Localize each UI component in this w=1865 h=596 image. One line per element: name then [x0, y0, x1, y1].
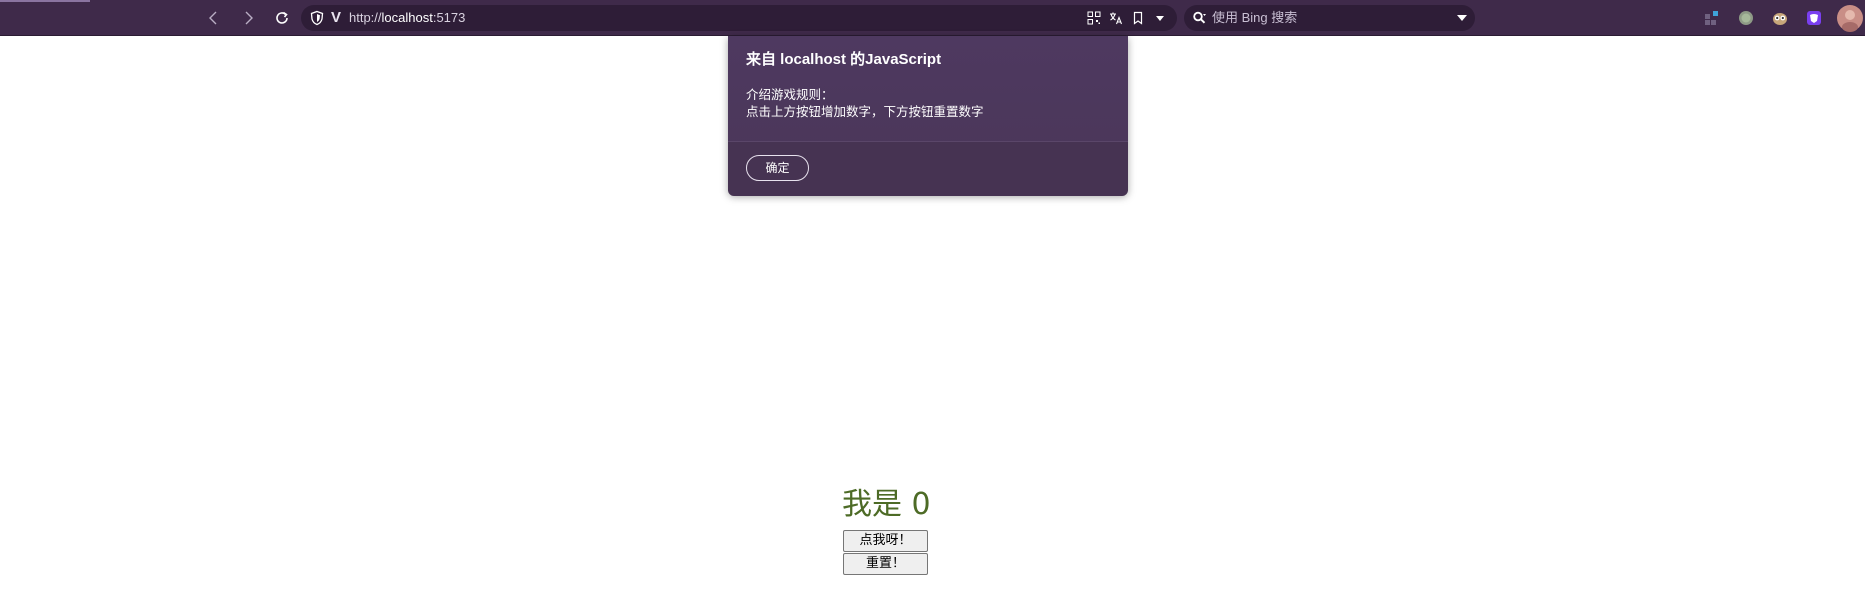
dialog-message: 介绍游戏规则： 点击上方按钮增加数字，下方按钮重置数字 [746, 88, 984, 119]
address-bar[interactable]: V http://localhost:5173 [301, 5, 1177, 31]
url-scheme: http:// [349, 10, 382, 25]
dialog-footer: 确定 [728, 141, 1128, 196]
tab-indicator [0, 0, 90, 2]
avatar[interactable] [1836, 4, 1864, 32]
browser-toolbar: V http://localhost:5173 使用 Bing 搜索 [0, 0, 1865, 36]
owl-extension-icon[interactable] [1770, 8, 1790, 28]
translate-icon [1110, 12, 1123, 25]
search-dropdown-icon[interactable] [1457, 14, 1467, 22]
search-placeholder: 使用 Bing 搜索 [1212, 10, 1298, 25]
chevron-down-icon [1156, 16, 1164, 21]
increment-button[interactable]: 点我呀！ [843, 530, 928, 552]
bookmark-icon [1133, 11, 1143, 25]
back-arrow-icon [209, 11, 217, 25]
qr-code-button[interactable] [1085, 9, 1103, 27]
url-host: localhost [381, 10, 433, 25]
forward-arrow-icon [245, 11, 253, 25]
counter-prefix: 我是 [842, 487, 902, 522]
extensions-grid-icon[interactable] [1702, 8, 1722, 28]
search-bar[interactable]: 使用 Bing 搜索 [1184, 5, 1475, 31]
bookmark-button[interactable] [1129, 9, 1147, 27]
address-dropdown-button[interactable] [1151, 9, 1169, 27]
search-icon [1193, 11, 1206, 24]
dialog-title: 来自 localhost 的JavaScript [746, 51, 942, 68]
qr-code-icon [1087, 11, 1101, 25]
counter-value: 0 [911, 487, 931, 522]
shield-icon[interactable] [309, 10, 325, 26]
purple-extension-icon[interactable] [1804, 8, 1824, 28]
reload-button[interactable] [270, 6, 294, 30]
forward-button[interactable] [236, 6, 260, 30]
v-extension-icon[interactable]: V [327, 9, 345, 27]
green-extension-icon[interactable] [1736, 8, 1756, 28]
address-bar-actions [1085, 9, 1169, 27]
counter-display: 我是 0 [842, 485, 931, 525]
reload-icon [276, 11, 288, 24]
reset-button[interactable]: 重置！ [843, 553, 928, 575]
ok-button[interactable]: 确定 [746, 155, 809, 181]
back-button[interactable] [202, 6, 226, 30]
url-port: :5173 [432, 10, 466, 25]
url-text[interactable]: http://localhost:5173 [349, 5, 465, 31]
translate-button[interactable] [1107, 9, 1125, 27]
javascript-alert-dialog: 来自 localhost 的JavaScript 介绍游戏规则： 点击上方按钮增… [728, 36, 1128, 196]
